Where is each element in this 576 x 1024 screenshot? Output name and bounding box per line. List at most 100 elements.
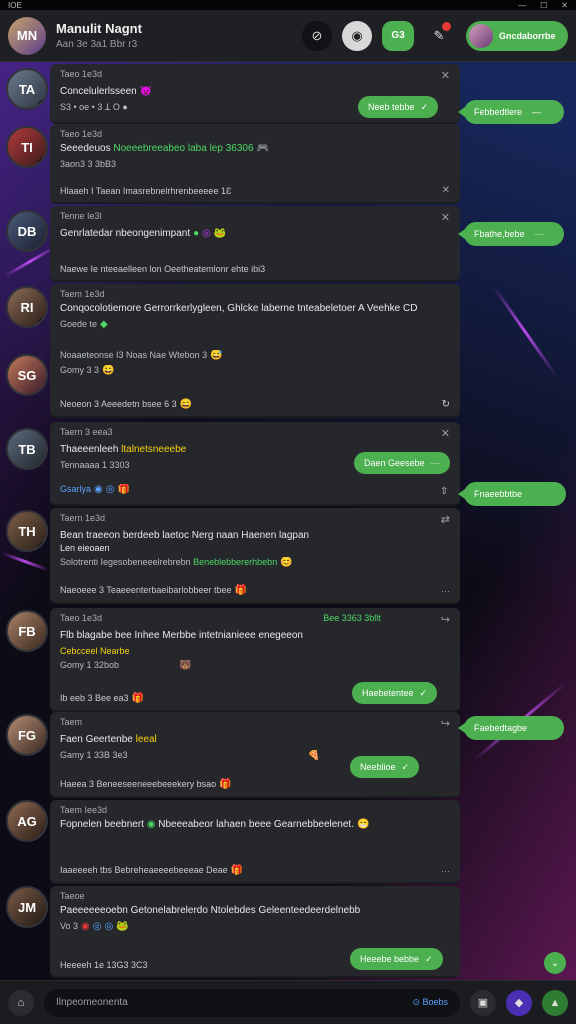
profile-avatar xyxy=(469,23,493,48)
message-footer: Heeeeh 1e 13G3 3C3 xyxy=(60,960,148,970)
refresh-icon[interactable]: ↻ xyxy=(442,399,450,410)
message-time: Tenne Ie3l xyxy=(60,211,102,221)
reply-bubble[interactable]: Haebetentee ✓ xyxy=(352,682,438,704)
message-text: Paeeeeeeoebn Getonelabrelerdo Ntolebdes … xyxy=(60,905,361,916)
document-icon[interactable]: ▣ xyxy=(470,989,496,1016)
message-footer: Iaaeeeeh tbs Bebreheaeeeebeeeae Deae 🎁 xyxy=(60,865,244,876)
avatar-initials: DB xyxy=(17,223,37,239)
check-icon: ✓ xyxy=(420,101,429,112)
reply-bubble[interactable]: Neeb tebbe ✓ xyxy=(358,96,439,118)
avatar[interactable]: TB xyxy=(6,428,48,470)
avatar[interactable]: TH xyxy=(6,510,48,552)
avatar[interactable]: RI xyxy=(6,286,48,328)
messenger-icon[interactable]: ◆ xyxy=(506,989,532,1016)
avatar[interactable]: AG xyxy=(6,800,48,842)
message-footer: Hlaaeh I Taean Imasrebnelrhrenbeeeee 1Ɛ xyxy=(60,186,232,196)
side-bubble-label: Fbathe,bebe xyxy=(474,229,525,239)
message-text: Conqocolotiemore Gerrorrkerlygleen, Ghlc… xyxy=(60,303,418,314)
reply-bubble[interactable]: Neeblioe ✓ xyxy=(350,756,420,778)
reply-label: Neeblioe xyxy=(360,762,396,772)
message-time: Taem xyxy=(60,717,83,727)
message-card[interactable]: Taeoe Paeeeeeeoebn Getonelabrelerdo Ntol… xyxy=(50,886,460,978)
side-bubble-label: Febbedtlere xyxy=(474,107,523,117)
reply-icon[interactable]: ↪ xyxy=(441,613,450,626)
avatar[interactable]: DB xyxy=(6,210,48,252)
more-icon: — xyxy=(532,107,542,117)
avatar-initials: FG xyxy=(17,727,37,743)
minimize-button[interactable]: — xyxy=(518,1,526,10)
avatar[interactable]: FG xyxy=(6,714,48,756)
check-icon: ✓ xyxy=(401,761,410,772)
message-text: Flb blagabe bee Inhee Merbbe intetnianie… xyxy=(60,630,303,641)
message-time: Taem Iee3d xyxy=(60,805,108,815)
message-meta: Noaaeteonse I3 Noas Nae Wtebon 3 😅 xyxy=(60,350,223,361)
avatar[interactable]: SG xyxy=(6,354,48,396)
chat-title: Manulit Nagnt xyxy=(56,21,142,36)
message-time: Taeo 1e3d xyxy=(60,613,103,623)
emoji-counter[interactable]: ⊙ Boebs xyxy=(412,997,448,1008)
more-icon[interactable]: ··· xyxy=(441,866,450,876)
message-meta: Gsarlya ◉ ◎ 🎁 xyxy=(60,484,130,495)
close-icon[interactable]: ✕ xyxy=(442,185,450,196)
emoji-icon: 😈 xyxy=(139,86,153,97)
profile-label: Gncdaborrbe xyxy=(499,30,556,41)
reply-bubble[interactable]: Daen Geesebe ··· xyxy=(354,452,450,474)
chat-subtitle: Aan 3e 3a1 Bbr r3 xyxy=(56,39,138,50)
avatar[interactable]: FB xyxy=(6,610,48,652)
scroll-down-button[interactable]: ⌄ xyxy=(544,952,566,974)
close-icon[interactable]: ✕ xyxy=(441,211,450,224)
message-input-placeholder: Ilnpeomeonenta xyxy=(56,997,128,1008)
share-icon[interactable]: ⇄ xyxy=(441,513,450,526)
reply-label: Neeb tebbe xyxy=(368,102,415,112)
share-icon[interactable]: ⇧ xyxy=(440,486,448,497)
more-icon[interactable]: ··· xyxy=(441,586,450,596)
maximize-button[interactable]: ☐ xyxy=(540,1,547,10)
side-reply-bubble[interactable]: Faebedtagbe xyxy=(458,716,564,740)
close-window-button[interactable]: ✕ xyxy=(561,1,568,10)
message-feed[interactable]: TA Taeo 1e3d ✕ Concelulerlsseen 😈 S3 • oe … xyxy=(0,62,462,978)
message-card[interactable]: Taern 3 eea3 ✕ Thaeeenleeh ltalnetsneeebe… xyxy=(50,422,460,506)
message-card[interactable]: Taem ↪ Faen Geertenbe leeal Gamy 1 33B 3e… xyxy=(50,712,460,798)
profile-pill-button[interactable]: Gncdaborrbe xyxy=(466,20,568,51)
avatar-initials: SG xyxy=(17,367,37,383)
reply-label: Daen Geesebe xyxy=(364,458,425,468)
side-reply-bubble[interactable]: Febbedtlere — xyxy=(458,100,564,124)
online-indicator xyxy=(38,100,46,108)
message-card[interactable]: Taem Iee3d Fopnelen beebnert ◉ Nbeeeabeo… xyxy=(50,800,460,884)
avatar-initials: FB xyxy=(18,623,36,639)
window-titlebar: IOE — ☐ ✕ xyxy=(0,0,576,10)
message-input[interactable]: Ilnpeomeonenta ⊙ Boebs xyxy=(44,988,460,1017)
close-icon[interactable]: ✕ xyxy=(441,427,450,440)
avatar[interactable]: JM xyxy=(6,886,48,928)
avatar[interactable]: TI xyxy=(6,126,48,168)
message-card[interactable]: Taeo 1e3d Bee 3363 3bllt ↪ Flb blagabe bee… xyxy=(50,608,460,712)
close-icon[interactable]: ✕ xyxy=(441,69,450,82)
reply-icon[interactable]: ↪ xyxy=(441,717,450,730)
lock-icon-button[interactable]: ⊘ xyxy=(302,20,332,51)
message-footer: Naewe Ie nteeaelleen lon Oeetheatemlonr … xyxy=(60,264,266,274)
camera-icon[interactable]: ⌂ xyxy=(8,989,34,1016)
side-reply-bubble[interactable]: Fnaeebbtbe xyxy=(458,482,566,506)
message-card[interactable]: Taeo 1e3d Seeedeuos Noeeebreeabeo laba l… xyxy=(50,124,460,204)
send-icon[interactable]: ▲ xyxy=(542,989,568,1016)
message-time: Taem 1e3d xyxy=(60,289,105,299)
side-reply-bubble[interactable]: Fbathe,bebe ··· xyxy=(458,222,564,246)
message-footer: Haeea 3 Beneeseeneeebeeekery bsao 🎁 xyxy=(60,779,232,790)
message-card[interactable]: Taern 1e3d ⇄ Bean traeeon berdeeb laetoc … xyxy=(50,508,460,604)
message-card[interactable]: Taeo 1e3d ✕ Concelulerlsseen 😈 S3 • oe • 3… xyxy=(50,64,460,124)
avatar[interactable]: TA xyxy=(6,68,48,110)
online-indicator xyxy=(38,158,46,166)
green-action-button[interactable]: G3 xyxy=(382,20,414,51)
check-icon: ✓ xyxy=(419,687,428,698)
message-text: Seeedeuos Noeeebreeabeo laba lep 36306 🎮 xyxy=(60,143,269,154)
message-text: Genrlatedar nbeongenimpant ● ◎ 🐸 xyxy=(60,228,227,239)
reply-bubble[interactable]: Heeebe bebbe ✓ xyxy=(350,948,443,970)
check-icon: ✓ xyxy=(425,953,433,964)
message-card[interactable]: Tenne Ie3l ✕ Genrlatedar nbeongenimpant ● ◎… xyxy=(50,206,460,282)
message-time: Taern 1e3d xyxy=(60,513,106,523)
avatar[interactable]: MN xyxy=(8,16,46,55)
reply-label: Heeebe bebbe xyxy=(360,954,420,964)
message-card[interactable]: Taem 1e3d Conqocolotiemore Gerrorrkerlyg… xyxy=(50,284,460,418)
record-icon-button[interactable]: ◉ xyxy=(342,20,372,51)
edit-icon-button[interactable]: ✎ xyxy=(424,21,454,51)
